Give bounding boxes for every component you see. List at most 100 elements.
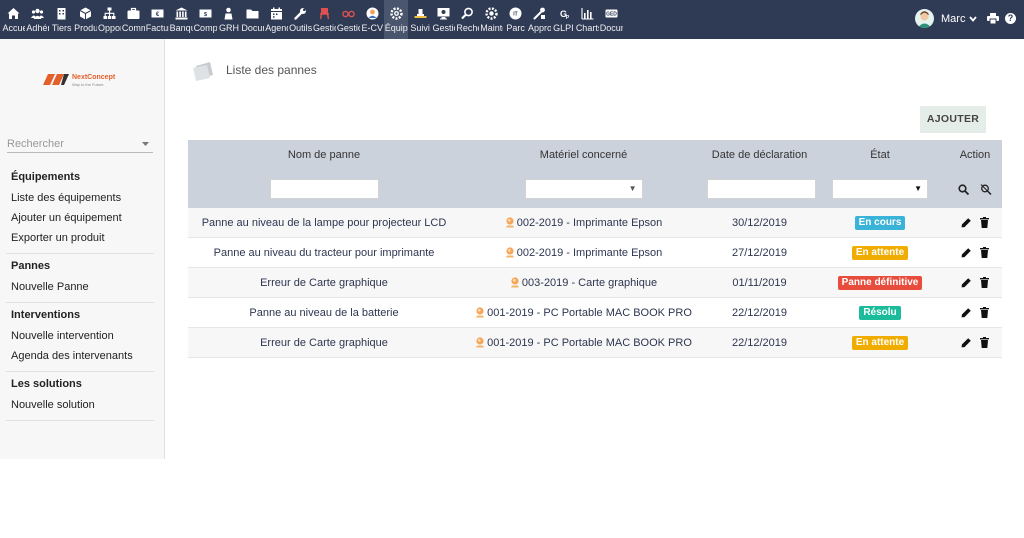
add-button[interactable]: AJOUTER (920, 106, 986, 133)
name-filter-input[interactable] (269, 179, 379, 199)
material-name[interactable]: 002-2019 - Imprimante Epson (517, 247, 663, 259)
nav-item-label: GLPI (553, 23, 574, 33)
nav-item-15[interactable]: E-CV (360, 0, 384, 39)
nav-item-label: Approvisionnement (528, 23, 552, 33)
table-row[interactable]: Panne au niveau de la lampe pour project… (188, 208, 1002, 238)
trash-icon[interactable] (980, 307, 989, 319)
trash-icon[interactable] (980, 277, 989, 289)
edit-icon[interactable] (961, 247, 972, 258)
breakdown-name[interactable]: Erreur de Carte graphique (260, 337, 388, 349)
printer-icon[interactable] (987, 13, 999, 24)
user-name: Marc (941, 12, 966, 25)
col-header-name[interactable]: Nom de panne (188, 140, 460, 170)
clear-search-icon[interactable] (980, 183, 992, 195)
breakdown-name[interactable]: Panne au niveau de la batterie (249, 307, 398, 319)
nav-item-label: Accueil (2, 23, 26, 33)
table-row[interactable]: Panne au niveau de la batterie 001-2019 -… (188, 297, 1002, 328)
nav-item-label: Gestion (313, 23, 336, 33)
col-header-action: Action (948, 140, 1002, 170)
trash-icon[interactable] (980, 247, 989, 259)
declaration-date: 22/12/2019 (731, 306, 788, 319)
declaration-date: 30/12/2019 (731, 216, 788, 229)
dropdown-caret-icon: ▼ (628, 184, 637, 193)
nav-item-22[interactable]: Approvisionnement (528, 0, 552, 39)
nav-item-4[interactable]: Opportunités (98, 0, 122, 39)
nav-item-8[interactable]: $ Compta (193, 0, 217, 39)
status-filter-select[interactable]: ▼ (832, 179, 928, 199)
sidebar-group-title[interactable]: Interventions (11, 307, 149, 323)
edit-icon[interactable] (961, 277, 972, 288)
nav-item-18[interactable]: Gestion (432, 0, 456, 39)
breakdown-name[interactable]: Panne au niveau du tracteur pour imprima… (214, 247, 435, 259)
nav-item-0[interactable]: Accueil (2, 0, 26, 39)
sidebar-link[interactable]: Liste des équipements (11, 188, 149, 208)
nav-item-3[interactable]: Produits (74, 0, 98, 39)
company-logo[interactable]: NextConcept Way to the Future (43, 74, 115, 88)
nav-item-16[interactable]: Équipements (384, 0, 409, 39)
sidebar-link[interactable]: Exporter un produit (11, 228, 149, 248)
nav-item-1[interactable]: Adhérents (26, 0, 50, 39)
nav-item-5[interactable]: Commercial (121, 0, 145, 39)
col-header-material[interactable]: Matériel concerné (460, 140, 707, 170)
material-name[interactable]: 001-2019 - PC Portable MAC BOOK PRO (487, 337, 692, 349)
search-icon[interactable] (958, 183, 969, 195)
nav-item-2[interactable]: Tiers (50, 0, 74, 39)
ged-icon: GED (605, 7, 618, 20)
user-menu[interactable]: Marc (915, 9, 978, 28)
table-row[interactable]: Panne au niveau du tracteur pour imprima… (188, 237, 1002, 268)
material-filter-select[interactable]: ▼ (524, 179, 643, 199)
nav-item-19[interactable]: Recherche (456, 0, 480, 39)
nav-item-label: Commercial (121, 23, 145, 33)
nav-item-25[interactable]: GED Documents (599, 0, 623, 39)
sidebar-link[interactable]: Nouvelle intervention (11, 326, 149, 346)
material-name[interactable]: 003-2019 - Carte graphique (522, 277, 657, 289)
nav-item-10[interactable]: Documents (241, 0, 265, 39)
briefcase-icon (127, 7, 140, 20)
nav-item-label: Opportunités (98, 23, 121, 33)
breakdown-name[interactable]: Erreur de Carte graphique (260, 277, 388, 289)
nav-item-11[interactable]: Agenda (265, 0, 289, 39)
nav-item-14[interactable]: Gestion (336, 0, 360, 39)
trash-icon[interactable] (980, 337, 989, 349)
nav-item-23[interactable]: G P GLPI (551, 0, 575, 39)
edit-icon[interactable] (961, 307, 972, 318)
table-row[interactable]: Erreur de Carte graphique 003-2019 - Cart… (188, 267, 1002, 298)
glpi-icon: GP (557, 7, 570, 20)
sidebar-group-title[interactable]: Équipements (11, 169, 149, 185)
face-icon (366, 7, 379, 20)
edit-icon[interactable] (961, 217, 972, 228)
nav-item-13[interactable]: Gestion (313, 0, 337, 39)
nav-item-9[interactable]: GRH (217, 0, 241, 39)
sidebar-link[interactable]: Nouvelle Panne (11, 277, 149, 297)
nav-item-17[interactable]: Suivi (408, 0, 432, 39)
table-row[interactable]: Erreur de Carte graphique 001-2019 - PC P… (188, 327, 1002, 358)
material-name[interactable]: 001-2019 - PC Portable MAC BOOK PRO (487, 307, 692, 319)
breakdown-name[interactable]: Panne au niveau de la lampe pour project… (202, 217, 447, 229)
invoice-icon: € (151, 7, 164, 20)
status-badge: Panne définitive (837, 275, 923, 290)
nav-item-24[interactable]: Charts (575, 0, 599, 39)
date-filter-input[interactable] (707, 179, 816, 199)
sidebar-group-title[interactable]: Les solutions (11, 376, 149, 392)
sidebar-link[interactable]: Nouvelle solution (11, 395, 149, 415)
edit-icon[interactable] (961, 337, 972, 348)
material-name[interactable]: 002-2019 - Imprimante Epson (517, 217, 663, 229)
dropdown-caret-icon (142, 142, 149, 146)
col-header-status[interactable]: État (812, 140, 948, 170)
chevron-down-icon (969, 15, 978, 22)
nav-item-7[interactable]: Banque (169, 0, 193, 39)
help-icon[interactable]: ? (1005, 13, 1016, 24)
search-select[interactable]: Rechercher (7, 138, 153, 153)
sidebar-link[interactable]: Ajouter un équipement (11, 208, 149, 228)
nav-item-label: Maintenance (480, 23, 503, 33)
desk-icon (414, 7, 427, 20)
sidebar-link[interactable]: Agenda des intervenants (11, 346, 149, 366)
nav-item-6[interactable]: € Facturation (145, 0, 169, 39)
nav-item-12[interactable]: Outils (289, 0, 313, 39)
nav-item-20[interactable]: Maintenance (480, 0, 504, 39)
chart-icon (581, 7, 594, 20)
sidebar-group-title[interactable]: Pannes (11, 258, 149, 274)
col-header-date[interactable]: Date de déclaration (707, 140, 812, 170)
trash-icon[interactable] (980, 217, 989, 229)
nav-item-21[interactable]: IT Parc (504, 0, 528, 39)
